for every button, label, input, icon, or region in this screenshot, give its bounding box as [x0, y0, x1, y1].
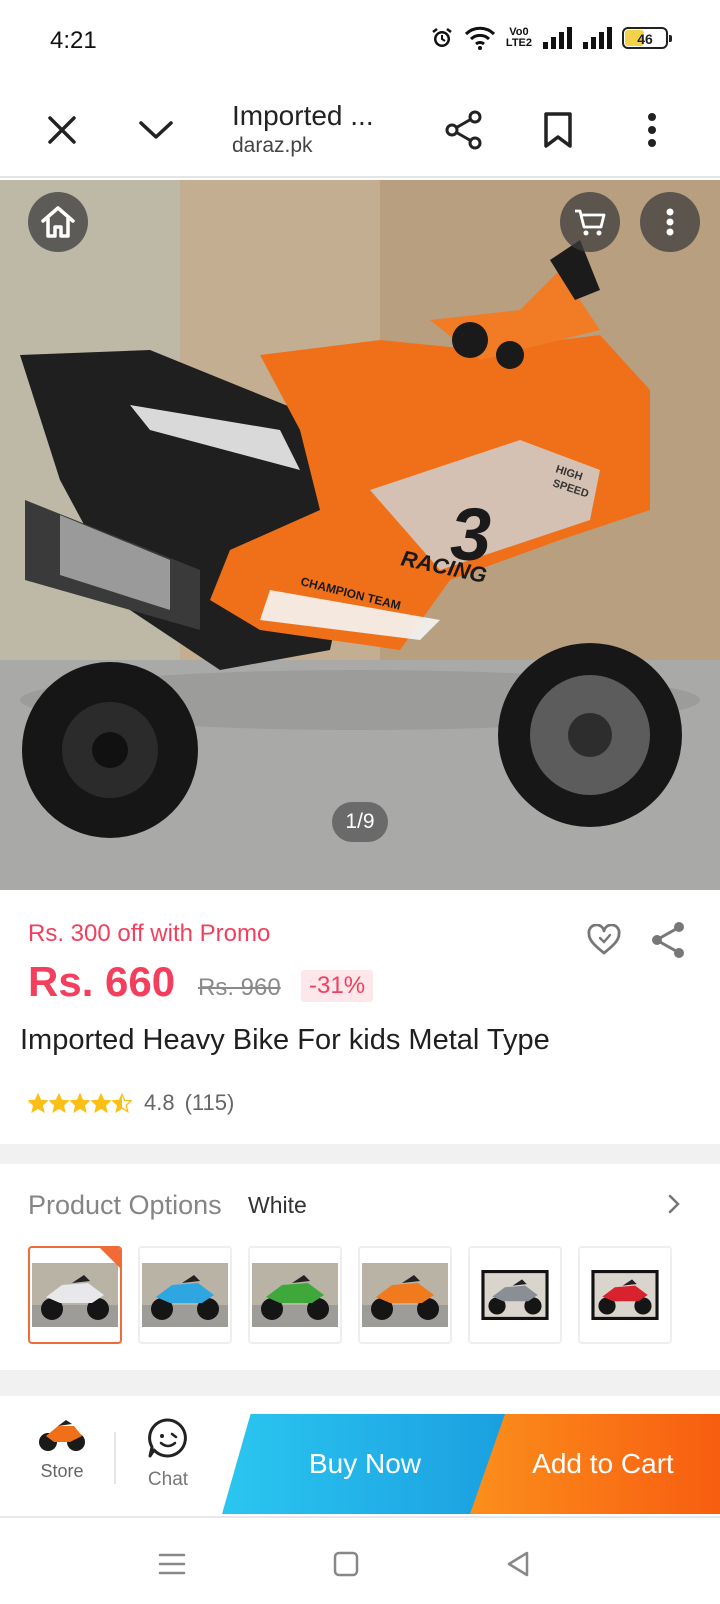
variant-thumbnail[interactable]: [28, 1246, 122, 1344]
chat-label: Chat: [147, 1469, 189, 1490]
home-nav-button[interactable]: [324, 1542, 368, 1586]
bookmark-button[interactable]: [528, 100, 588, 160]
store-icon: [39, 1420, 85, 1451]
star-icon: [91, 1093, 111, 1113]
section-divider: [0, 1370, 720, 1396]
action-divider: [114, 1432, 116, 1484]
square-icon: [333, 1551, 359, 1577]
variant-image: [32, 1263, 118, 1327]
variant-thumbnail[interactable]: [578, 1246, 672, 1344]
close-button[interactable]: [32, 100, 92, 160]
share-icon: [445, 110, 482, 150]
battery-level: 46: [637, 31, 653, 47]
product-title: Imported Heavy Bike For kids Metal Type: [20, 1024, 550, 1056]
star-icon: [49, 1093, 69, 1113]
signal-icon: [582, 27, 612, 49]
home-icon: [41, 206, 75, 238]
original-price: Rs. 960: [198, 974, 281, 1001]
product-info: Rs. 300 off with Promo Rs. 660 Rs. 960 -…: [0, 890, 720, 1144]
page-title: Imported ...: [232, 100, 374, 131]
browser-toolbar: Imported ... daraz.pk: [0, 82, 720, 178]
alarm-icon: [430, 26, 454, 50]
back-button[interactable]: [496, 1542, 540, 1586]
chat-button[interactable]: Chat: [128, 1416, 208, 1491]
price: Rs. 660: [28, 958, 176, 1005]
product-options[interactable]: Product Options White: [0, 1164, 720, 1370]
variant-image: [362, 1263, 448, 1327]
product-image: 3 RACING CHAMPION TEAM HIGH SPEED: [0, 180, 720, 890]
more-vertical-icon: [666, 208, 674, 236]
more-button[interactable]: [622, 100, 682, 160]
recents-button[interactable]: [150, 1542, 194, 1586]
promo-text[interactable]: Rs. 300 off with Promo: [28, 920, 270, 948]
menu-icon: [158, 1553, 186, 1575]
buy-now-button[interactable]: Buy Now: [222, 1414, 508, 1514]
store-button[interactable]: Store: [22, 1416, 102, 1482]
volte-icon: Vo0 LTE2: [506, 27, 532, 49]
variant-image: [252, 1263, 338, 1327]
selected-marker: [100, 1248, 120, 1268]
variant-thumbnail[interactable]: [138, 1246, 232, 1344]
more-vertical-icon: [648, 113, 656, 147]
share-button[interactable]: [434, 100, 494, 160]
status-time: 4:21: [50, 27, 97, 54]
add-to-cart-button[interactable]: Add to Cart: [470, 1414, 720, 1514]
signal-icon: [542, 27, 572, 49]
star-icon: [70, 1093, 90, 1113]
collapse-button[interactable]: [126, 100, 186, 160]
rating[interactable]: 4.8 (115): [28, 1090, 234, 1116]
options-selected: White: [248, 1192, 307, 1218]
share-icon: [652, 922, 684, 958]
store-label: Store: [40, 1461, 84, 1481]
close-icon: [48, 116, 76, 144]
variant-thumbnail[interactable]: [468, 1246, 562, 1344]
wishlist-button[interactable]: [582, 918, 626, 962]
rating-count: (115): [184, 1090, 235, 1115]
variant-image: [142, 1263, 228, 1327]
rating-value: 4.8: [144, 1090, 175, 1115]
cart-button[interactable]: [560, 192, 620, 252]
star-icon: [28, 1093, 48, 1113]
cart-icon: [575, 209, 606, 236]
section-divider: [0, 1144, 720, 1164]
variant-image: [481, 1270, 549, 1320]
star-icon: [112, 1093, 132, 1113]
chat-icon: [148, 1418, 187, 1458]
variant-thumbnail[interactable]: [248, 1246, 342, 1344]
chevron-down-icon: [139, 121, 173, 139]
variant-image: [591, 1270, 659, 1320]
page-url: daraz.pk: [232, 134, 313, 157]
battery-tip: [669, 35, 672, 42]
bookmark-icon: [544, 112, 572, 148]
chevron-right-icon: [668, 1194, 680, 1214]
variant-thumbnail[interactable]: [358, 1246, 452, 1344]
image-counter: 1/9: [332, 802, 388, 842]
battery-icon: 46: [622, 27, 672, 49]
back-triangle-icon: [507, 1551, 529, 1577]
system-navigation-bar: [0, 1516, 720, 1604]
wifi-icon: [464, 26, 496, 50]
variant-thumbnails: [28, 1246, 672, 1344]
options-label: Product Options: [28, 1190, 222, 1220]
discount-badge: -31%: [301, 970, 374, 1002]
gallery-more-button[interactable]: [640, 192, 700, 252]
home-button[interactable]: [28, 192, 88, 252]
status-bar: 4:21 Vo0 LTE2 46: [0, 0, 720, 82]
product-share-button[interactable]: [646, 918, 690, 962]
status-icons: Vo0 LTE2 46: [430, 26, 672, 50]
product-image-gallery[interactable]: 3 RACING CHAMPION TEAM HIGH SPEED 1/9: [0, 180, 720, 890]
rating-stars: [28, 1093, 132, 1113]
bottom-action-bar: Store Chat Buy Now Add to Cart: [0, 1396, 720, 1516]
heart-icon: [587, 924, 621, 955]
volte-bottom: LTE2: [505, 37, 532, 49]
